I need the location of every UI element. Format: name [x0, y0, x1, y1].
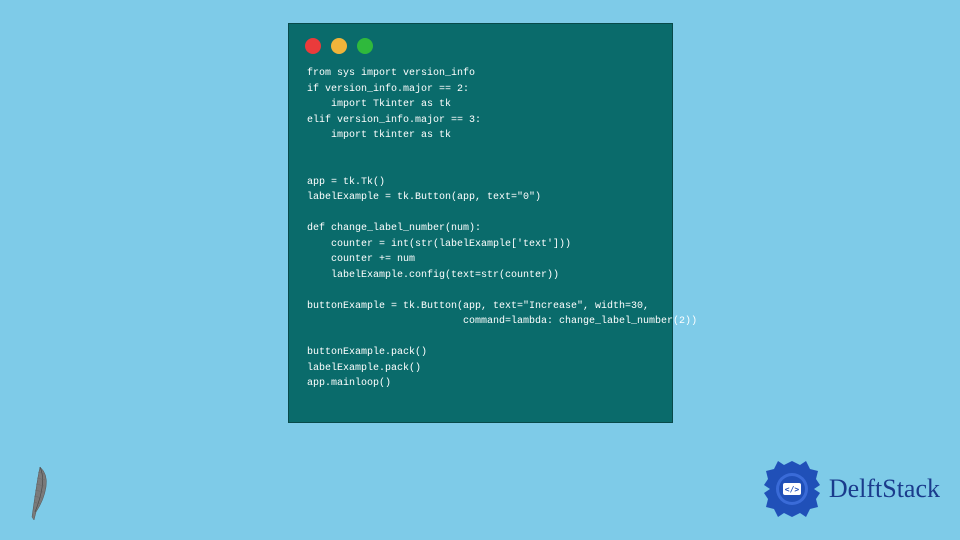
- logo: </> DelftStack: [761, 458, 940, 520]
- logo-text: DelftStack: [829, 474, 940, 504]
- logo-badge-icon: </>: [761, 458, 823, 520]
- minimize-icon[interactable]: [331, 38, 347, 54]
- svg-text:</>: </>: [785, 485, 800, 494]
- code-window: from sys import version_info if version_…: [288, 23, 673, 423]
- traffic-lights: [289, 24, 672, 62]
- feather-icon: [20, 462, 60, 522]
- maximize-icon[interactable]: [357, 38, 373, 54]
- close-icon[interactable]: [305, 38, 321, 54]
- code-block: from sys import version_info if version_…: [289, 62, 672, 408]
